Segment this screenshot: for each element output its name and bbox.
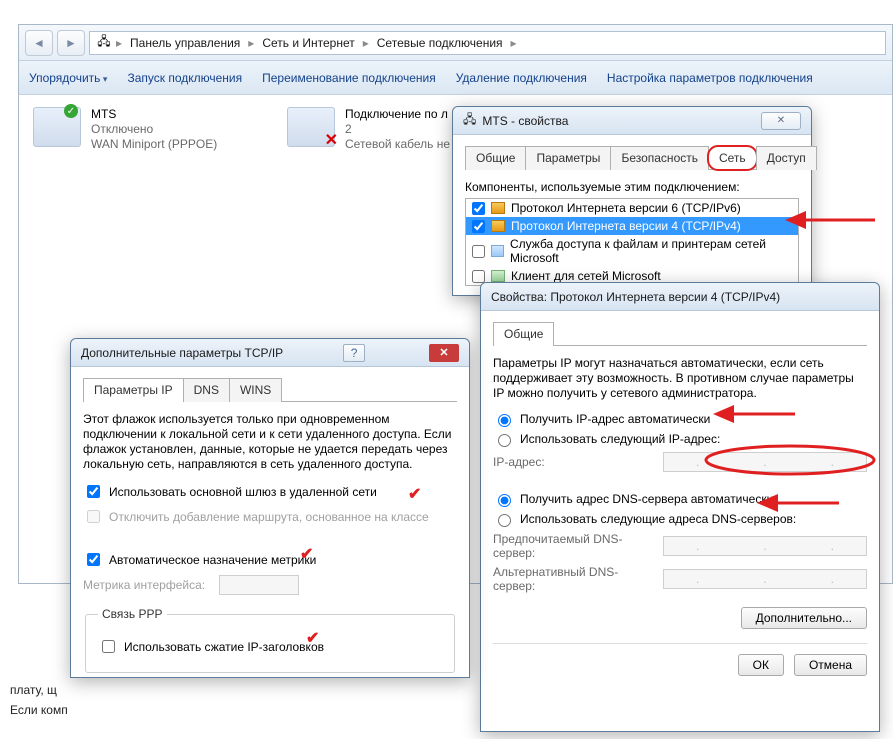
component-ipv6[interactable]: Протокол Интернета версии 6 (TCP/IPv6) — [466, 199, 798, 217]
dialog-title-bar[interactable]: 🖧 MTS - свойства ✕ — [453, 107, 811, 135]
dialog-title: Свойства: Протокол Интернета версии 4 (T… — [491, 290, 780, 304]
ppp-group: Связь PPP Использовать сжатие IP-заголов… — [85, 607, 455, 673]
component-ipv4[interactable]: Протокол Интернета версии 4 (TCP/IPv4) — [466, 217, 798, 235]
ipv4-description: Параметры IP могут назначаться автоматич… — [493, 356, 867, 401]
tab-ip-params[interactable]: Параметры IP — [83, 378, 184, 402]
route-checkbox-row: Отключить добавление маршрута, основанно… — [83, 507, 457, 526]
radio-input[interactable] — [498, 434, 511, 447]
mts-tabs: Общие Параметры Безопасность Сеть Доступ — [465, 145, 799, 170]
tab-general[interactable]: Общие — [465, 146, 526, 170]
breadcrumb-item[interactable]: Сеть и Интернет — [258, 36, 358, 50]
component-checkbox[interactable] — [472, 245, 485, 258]
checkbox-input[interactable] — [87, 553, 100, 566]
advanced-button[interactable]: Дополнительно... — [741, 607, 867, 629]
connection-mts[interactable]: ✓ MTS Отключено WAN Miniport (PPPOE) — [33, 107, 273, 152]
advanced-tcpip-dialog: Дополнительные параметры TCP/IP ? ✕ Пара… — [70, 338, 470, 678]
client-icon — [491, 270, 505, 282]
tab-general[interactable]: Общие — [493, 322, 554, 346]
breadcrumb-item[interactable]: Сетевые подключения — [373, 36, 507, 50]
connection-driver: WAN Miniport (PPPOE) — [91, 137, 217, 152]
tab-wins[interactable]: WINS — [229, 378, 282, 402]
cancel-button[interactable]: Отмена — [794, 654, 867, 676]
radio-input[interactable] — [498, 514, 511, 527]
dialog-title: Дополнительные параметры TCP/IP — [81, 346, 283, 360]
dns-pref-input[interactable]: ... — [663, 536, 867, 556]
component-checkbox[interactable] — [472, 202, 485, 215]
start-connection-button[interactable]: Запуск подключения — [127, 71, 242, 85]
close-button[interactable]: ✕ — [429, 344, 459, 362]
printer-icon — [491, 245, 504, 257]
help-button[interactable]: ? — [343, 344, 365, 362]
radio-dns-manual[interactable]: Использовать следующие адреса DNS-сервер… — [493, 511, 867, 527]
checkbox-input — [87, 510, 100, 523]
ip-address-input[interactable]: ... — [663, 452, 867, 472]
metric-input — [219, 575, 299, 595]
radio-ip-manual[interactable]: Использовать следующий IP-адрес: — [493, 431, 867, 447]
radio-input[interactable] — [498, 414, 511, 427]
mts-properties-dialog: 🖧 MTS - свойства ✕ Общие Параметры Безоп… — [452, 106, 812, 296]
adv-description: Этот флажок используется только при одно… — [83, 412, 457, 472]
ipv4-properties-dialog: Свойства: Протокол Интернета версии 4 (T… — [480, 282, 880, 732]
connection-settings-button[interactable]: Настройка параметров подключения — [607, 71, 813, 85]
metric-checkbox-row[interactable]: Автоматическое назначение метрики — [83, 550, 457, 569]
back-button[interactable]: ◄ — [25, 30, 53, 56]
protocol-icon — [491, 220, 505, 232]
tab-dns[interactable]: DNS — [183, 378, 230, 402]
network-icon: 🖧 — [96, 35, 112, 51]
ipv4-tabs: Общие — [493, 321, 867, 346]
connection-icon — [287, 107, 335, 147]
checkbox-input[interactable] — [87, 485, 100, 498]
breadcrumb[interactable]: 🖧 ▸ Панель управления ▸ Сеть и Интернет … — [89, 31, 886, 55]
connection-status: Отключено — [91, 122, 217, 137]
components-label: Компоненты, используемые этим подключени… — [465, 180, 799, 194]
metric-field-row: Метрика интерфейса: — [83, 575, 457, 595]
connection-title: MTS — [91, 107, 217, 122]
ok-button[interactable]: ОК — [738, 654, 784, 676]
radio-input[interactable] — [498, 494, 511, 507]
radio-ip-auto[interactable]: Получить IP-адрес автоматически — [493, 411, 867, 427]
dialog-title-bar[interactable]: Свойства: Протокол Интернета версии 4 (T… — [481, 283, 879, 311]
component-fileprint[interactable]: Служба доступа к файлам и принтерам сете… — [466, 235, 798, 267]
connection-driver: Сетевой кабель не — [345, 137, 450, 152]
delete-connection-button[interactable]: Удаление подключения — [456, 71, 587, 85]
component-checkbox[interactable] — [472, 220, 485, 233]
organize-menu[interactable]: Упорядочить — [29, 71, 107, 85]
forward-button[interactable]: ► — [57, 30, 85, 56]
dialog-title-bar[interactable]: Дополнительные параметры TCP/IP ? ✕ — [71, 339, 469, 367]
radio-dns-auto[interactable]: Получить адрес DNS-сервера автоматически — [493, 491, 867, 507]
tab-access[interactable]: Доступ — [756, 146, 817, 170]
explorer-toolbar: Упорядочить Запуск подключения Переимено… — [19, 61, 892, 95]
ip-address-label: IP-адрес: — [493, 455, 653, 469]
dialog-title: MTS - свойства — [482, 114, 568, 128]
connection-status: 2 — [345, 122, 450, 137]
dns-alt-label: Альтернативный DNS-сервер: — [493, 565, 653, 593]
dialog-icon: 🖧 — [463, 110, 476, 131]
dns-pref-label: Предпочитаемый DNS-сервер: — [493, 532, 653, 560]
dns-alt-input[interactable]: ... — [663, 569, 867, 589]
tab-network[interactable]: Сеть — [708, 146, 757, 170]
breadcrumb-item[interactable]: Панель управления — [126, 36, 244, 50]
ppp-compress-row[interactable]: Использовать сжатие IP-заголовков — [98, 637, 442, 656]
protocol-icon — [491, 202, 505, 214]
ppp-legend: Связь PPP — [98, 607, 167, 621]
rename-connection-button[interactable]: Переименование подключения — [262, 71, 436, 85]
background-text: плату, щ Если комп — [10, 680, 68, 720]
explorer-nav: ◄ ► 🖧 ▸ Панель управления ▸ Сеть и Интер… — [19, 25, 892, 61]
checkbox-input[interactable] — [102, 640, 115, 653]
tab-parameters[interactable]: Параметры — [525, 146, 611, 170]
close-button[interactable]: ✕ — [761, 112, 801, 130]
gateway-checkbox-row[interactable]: Использовать основной шлюз в удаленной с… — [83, 482, 457, 501]
connection-title: Подключение по л — [345, 107, 450, 122]
adv-tabs: Параметры IP DNS WINS — [83, 377, 457, 402]
connection-icon: ✓ — [33, 107, 81, 147]
components-list[interactable]: Протокол Интернета версии 6 (TCP/IPv6) П… — [465, 198, 799, 286]
component-checkbox[interactable] — [472, 270, 485, 283]
tab-security[interactable]: Безопасность — [610, 146, 709, 170]
